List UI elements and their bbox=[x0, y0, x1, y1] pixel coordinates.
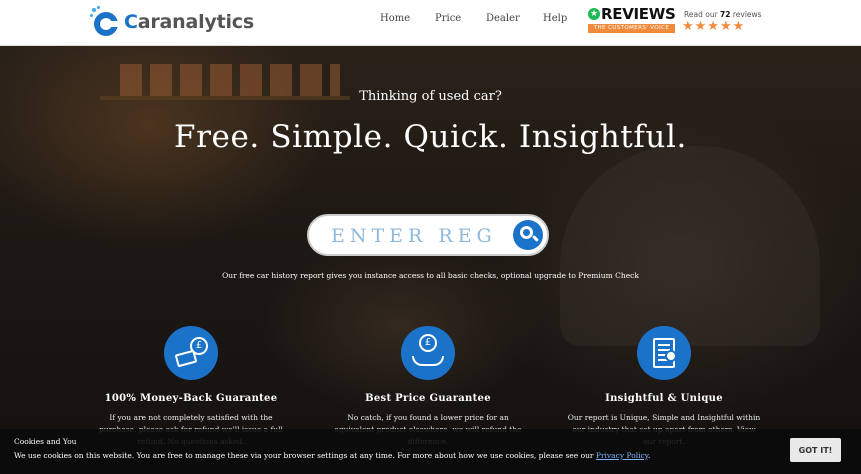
background-vintage-car bbox=[560, 146, 820, 346]
nav-home[interactable]: Home bbox=[380, 13, 410, 24]
reviews-count-text: Read our 72 reviews bbox=[684, 10, 762, 19]
reviews-tagline: THE CUSTOMERS' VOICE bbox=[588, 24, 675, 33]
logo-c-icon bbox=[90, 6, 120, 36]
nav-help[interactable]: Help bbox=[543, 13, 567, 24]
hero-note: Our free car history report gives you in… bbox=[222, 271, 639, 280]
search-button[interactable] bbox=[513, 220, 543, 250]
nav-price[interactable]: Price bbox=[435, 13, 461, 24]
cookie-banner: Cookies and You We use cookies on this w… bbox=[0, 429, 861, 474]
hero-section: Thinking of used car? Free. Simple. Quic… bbox=[0, 46, 861, 474]
reviews-widget[interactable]: ★ REVIEWS THE CUSTOMERS' VOICE Read our … bbox=[588, 5, 762, 36]
feature-title: Insightful & Unique bbox=[605, 393, 723, 404]
cookie-accept-button[interactable]: GOT IT! bbox=[790, 438, 841, 462]
rating-stars-icon: ★★★★★ bbox=[682, 19, 746, 34]
site-header: Caranalytics Home Price Dealer Help ★ RE… bbox=[0, 0, 861, 46]
reviews-brand: REVIEWS bbox=[601, 5, 676, 23]
price-guarantee-icon: £ bbox=[401, 326, 455, 380]
reviews-star-icon: ★ bbox=[588, 8, 600, 20]
hero-title: Free. Simple. Quick. Insightful. bbox=[174, 119, 687, 155]
report-insight-icon bbox=[637, 326, 691, 380]
feature-title: Best Price Guarantee bbox=[365, 393, 491, 404]
caranalytics-logo[interactable]: Caranalytics bbox=[90, 6, 254, 38]
reg-search-box bbox=[307, 214, 549, 256]
hero-subtitle: Thinking of used car? bbox=[359, 89, 502, 104]
money-back-icon: £ bbox=[164, 326, 218, 380]
reviews-logo: ★ REVIEWS THE CUSTOMERS' VOICE bbox=[588, 5, 676, 34]
search-icon bbox=[520, 226, 533, 239]
cookie-text: We use cookies on this website. You are … bbox=[14, 451, 651, 460]
reg-search-input[interactable] bbox=[331, 223, 511, 249]
privacy-policy-link[interactable]: Privacy Policy bbox=[596, 451, 648, 460]
cookie-title: Cookies and You bbox=[14, 437, 77, 446]
feature-title: 100% Money-Back Guarantee bbox=[104, 393, 278, 404]
nav-dealer[interactable]: Dealer bbox=[486, 13, 520, 24]
logo-text: Caranalytics bbox=[124, 11, 254, 33]
